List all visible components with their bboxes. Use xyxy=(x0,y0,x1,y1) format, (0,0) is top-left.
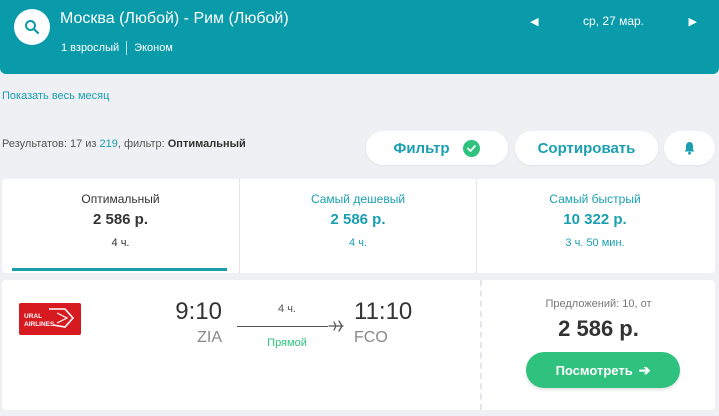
filter-prefix: , фильтр: xyxy=(117,138,168,150)
arrival-time: 11:10 xyxy=(354,298,413,325)
results-prefix: Результатов: 17 из xyxy=(2,138,100,150)
view-button-label: Посмотреть xyxy=(555,362,633,378)
trip-meta[interactable]: 1 взрослый Эконом xyxy=(61,41,173,55)
caret-right-icon[interactable]: ▶ xyxy=(689,15,697,28)
search-header: Москва (Любой) - Рим (Любой) 1 взрослый … xyxy=(0,0,719,74)
tab-duration: 3 ч. 50 мин. xyxy=(565,237,625,249)
flight-path-line xyxy=(237,326,328,327)
caret-left-icon[interactable]: ◀ xyxy=(530,15,538,28)
direct-flight-label: Прямой xyxy=(267,337,307,349)
tab-price: 10 322 р. xyxy=(563,211,627,228)
tab-price: 2 586 р. xyxy=(330,211,386,228)
meta-divider xyxy=(126,41,128,55)
ticket-price: 2 586 р. xyxy=(558,316,639,341)
route-title[interactable]: Москва (Любой) - Рим (Любой) xyxy=(60,10,289,28)
tab-cheapest[interactable]: Самый дешевый 2 586 р. 4 ч. xyxy=(239,179,476,273)
filter-name: Оптимальный xyxy=(167,138,246,150)
arrival-airport: FCO xyxy=(354,329,388,346)
tab-optimal[interactable]: Оптимальный 2 586 р. 4 ч. xyxy=(2,179,239,273)
selected-date[interactable]: ср, 27 мар. xyxy=(539,14,689,28)
sort-tabs: Оптимальный 2 586 р. 4 ч. Самый дешевый … xyxy=(2,179,715,273)
date-navigator: ◀ ср, 27 мар. ▶ xyxy=(530,14,697,28)
plane-icon xyxy=(328,320,344,332)
tab-title: Самый быстрый xyxy=(549,192,641,206)
svg-text:AIRLINES: AIRLINES xyxy=(24,321,55,328)
results-total: 219 xyxy=(99,138,118,150)
passengers-count: 1 взрослый xyxy=(61,42,120,54)
price-alert-button[interactable] xyxy=(664,131,715,165)
tab-duration: 4 ч. xyxy=(349,237,367,249)
filter-label: Фильтр xyxy=(393,139,450,157)
active-tab-indicator xyxy=(12,268,227,271)
flight-duration: 4 ч. xyxy=(278,303,296,315)
sort-label: Сортировать xyxy=(537,139,636,157)
tab-fastest[interactable]: Самый быстрый 10 322 р. 3 ч. 50 мин. xyxy=(476,179,713,273)
tab-title: Самый дешевый xyxy=(310,192,406,206)
offers-count: Предложений: 10, от xyxy=(545,298,652,310)
price-section: Предложений: 10, от 2 586 р. Посмотреть … xyxy=(480,280,715,410)
sort-button[interactable]: Сортировать xyxy=(515,131,658,165)
cabin-class: Эконом xyxy=(134,42,173,54)
arrow-right-icon: ➔ xyxy=(638,361,651,378)
bell-icon xyxy=(684,142,695,155)
departure-airport: ZIA xyxy=(197,329,222,346)
show-month-link[interactable]: Показать весь месяц xyxy=(2,90,109,102)
tab-price: 2 586 р. xyxy=(92,211,149,228)
ticket-card[interactable]: URAL AIRLINES 9:10 ZIA 4 ч. Прямой 11:10… xyxy=(2,280,715,410)
search-button[interactable] xyxy=(14,9,50,45)
tab-title: Оптимальный xyxy=(81,192,160,206)
svg-text:URAL: URAL xyxy=(24,313,42,320)
filter-button[interactable]: Фильтр xyxy=(366,131,508,165)
departure-time: 9:10 xyxy=(175,298,222,325)
check-icon xyxy=(463,139,481,157)
tab-duration: 4 ч. xyxy=(111,237,130,249)
airline-logo: URAL AIRLINES xyxy=(19,303,81,335)
view-offer-button[interactable]: Посмотреть ➔ xyxy=(526,352,680,388)
results-summary: Результатов: 17 из 219, фильтр: Оптималь… xyxy=(2,138,246,150)
search-icon xyxy=(25,20,40,35)
